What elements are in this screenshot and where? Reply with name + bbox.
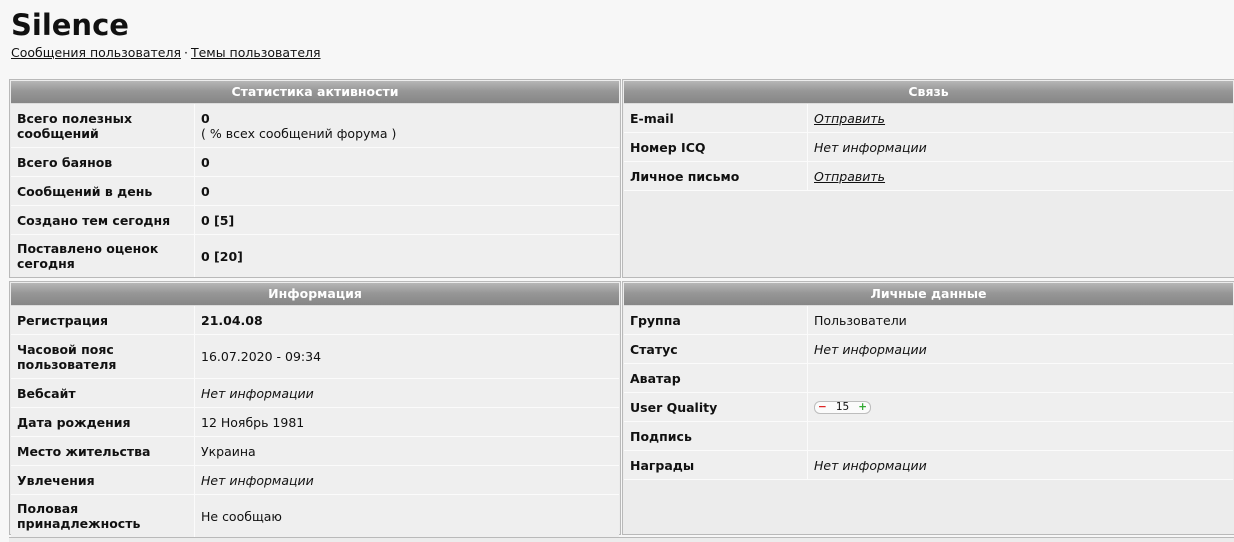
info-value: Нет информации [201, 472, 314, 488]
info-row-birthday: Дата рождения 12 Ноябрь 1981 [11, 408, 619, 437]
personal-row-user-quality: User Quality − 15 + [624, 393, 1233, 422]
info-label: Увлечения [11, 466, 195, 494]
contact-row-pm: Личное письмо Отправить [624, 162, 1233, 191]
stat-label: Создано тем сегодня [11, 206, 195, 234]
stat-label: Всего полезных сообщений [11, 104, 195, 147]
plus-icon[interactable]: + [858, 401, 867, 413]
personal-value [808, 364, 1233, 392]
personal-value: Нет информации [814, 457, 927, 473]
stat-label: Всего баянов [11, 148, 195, 176]
stat-label: Поставлено оценок сегодня [11, 235, 195, 277]
info-label: Вебсайт [11, 379, 195, 407]
stat-value: 0 [201, 154, 210, 170]
stat-value: 0 [201, 110, 210, 126]
personal-label: Аватар [624, 364, 808, 392]
stat-row-ratings-today: Поставлено оценок сегодня 0 [20] [11, 235, 619, 277]
minus-icon[interactable]: − [818, 401, 827, 413]
personal-row-awards: Награды Нет информации [624, 451, 1233, 480]
info-row-location: Место жительства Украина [11, 437, 619, 466]
info-header: Информация [11, 283, 619, 306]
personal-label: Подпись [624, 422, 808, 450]
user-quality-widget: − 15 + [814, 400, 871, 414]
info-row-timezone: Часовой пояс пользователя 16.07.2020 - 0… [11, 335, 619, 379]
info-row-gender: Половая принадлежность Не сообщаю [11, 495, 619, 537]
info-row-registration: Регистрация 21.04.08 [11, 306, 619, 335]
contact-header: Связь [624, 81, 1233, 104]
stat-value-cell: 0 ( % всех сообщений форума ) [195, 104, 619, 147]
link-separator: · [183, 45, 188, 60]
send-email-link[interactable]: Отправить [814, 111, 885, 126]
info-value: 12 Ноябрь 1981 [201, 414, 305, 430]
info-row-interests: Увлечения Нет информации [11, 466, 619, 495]
next-panel-edge [9, 537, 1234, 542]
contact-label: Номер ICQ [624, 133, 808, 161]
info-panel: Информация Регистрация 21.04.08 Часовой … [9, 281, 621, 537]
stat-row-bayans: Всего баянов 0 [11, 148, 619, 177]
info-label: Регистрация [11, 306, 195, 334]
user-posts-link[interactable]: Сообщения пользователя [11, 45, 181, 60]
contact-row-email: E-mail Отправить [624, 104, 1233, 133]
info-label: Дата рождения [11, 408, 195, 436]
info-value: Нет информации [201, 385, 314, 401]
stat-note: ( % всех сообщений форума ) [201, 125, 397, 141]
personal-value: Пользователи [814, 312, 907, 328]
info-label: Половая принадлежность [11, 495, 195, 537]
contact-value: Нет информации [814, 139, 927, 155]
personal-row-signature: Подпись [624, 422, 1233, 451]
page-title: Silence [11, 8, 129, 42]
activity-panel: Статистика активности Всего полезных соо… [9, 79, 621, 278]
stat-value: 0 [5] [201, 212, 235, 228]
stat-row-topics-today: Создано тем сегодня 0 [5] [11, 206, 619, 235]
personal-value: Нет информации [814, 341, 927, 357]
personal-panel: Личные данные Группа Пользователи Статус… [622, 281, 1234, 535]
stat-row-useful-posts: Всего полезных сообщений 0 ( % всех сооб… [11, 104, 619, 148]
personal-label: Награды [624, 451, 808, 479]
personal-label: User Quality [624, 393, 808, 421]
stat-value: 0 [201, 183, 210, 199]
personal-header: Личные данные [624, 283, 1233, 306]
contact-label: Личное письмо [624, 162, 808, 190]
info-value: 16.07.2020 - 09:34 [201, 349, 322, 364]
personal-row-group: Группа Пользователи [624, 306, 1233, 335]
user-links: Сообщения пользователя · Темы пользователя [11, 45, 321, 60]
user-topics-link[interactable]: Темы пользователя [191, 45, 321, 60]
info-label: Место жительства [11, 437, 195, 465]
personal-row-status: Статус Нет информации [624, 335, 1233, 364]
stat-label: Сообщений в день [11, 177, 195, 205]
personal-label: Группа [624, 306, 808, 334]
info-row-website: Вебсайт Нет информации [11, 379, 619, 408]
personal-value [808, 422, 1233, 450]
activity-header: Статистика активности [11, 81, 619, 104]
info-value: Не сообщаю [201, 508, 282, 524]
contact-row-icq: Номер ICQ Нет информации [624, 133, 1233, 162]
info-label: Часовой пояс пользователя [11, 335, 195, 378]
contact-panel: Связь E-mail Отправить Номер ICQ Нет инф… [622, 79, 1234, 278]
personal-row-avatar: Аватар [624, 364, 1233, 393]
stat-row-posts-per-day: Сообщений в день 0 [11, 177, 619, 206]
personal-label: Статус [624, 335, 808, 363]
user-quality-value: 15 [835, 400, 850, 413]
contact-label: E-mail [624, 104, 808, 132]
stat-value: 0 [20] [201, 248, 243, 264]
info-value: Украина [201, 443, 256, 459]
send-pm-link[interactable]: Отправить [814, 169, 885, 184]
info-value: 21.04.08 [201, 312, 263, 328]
